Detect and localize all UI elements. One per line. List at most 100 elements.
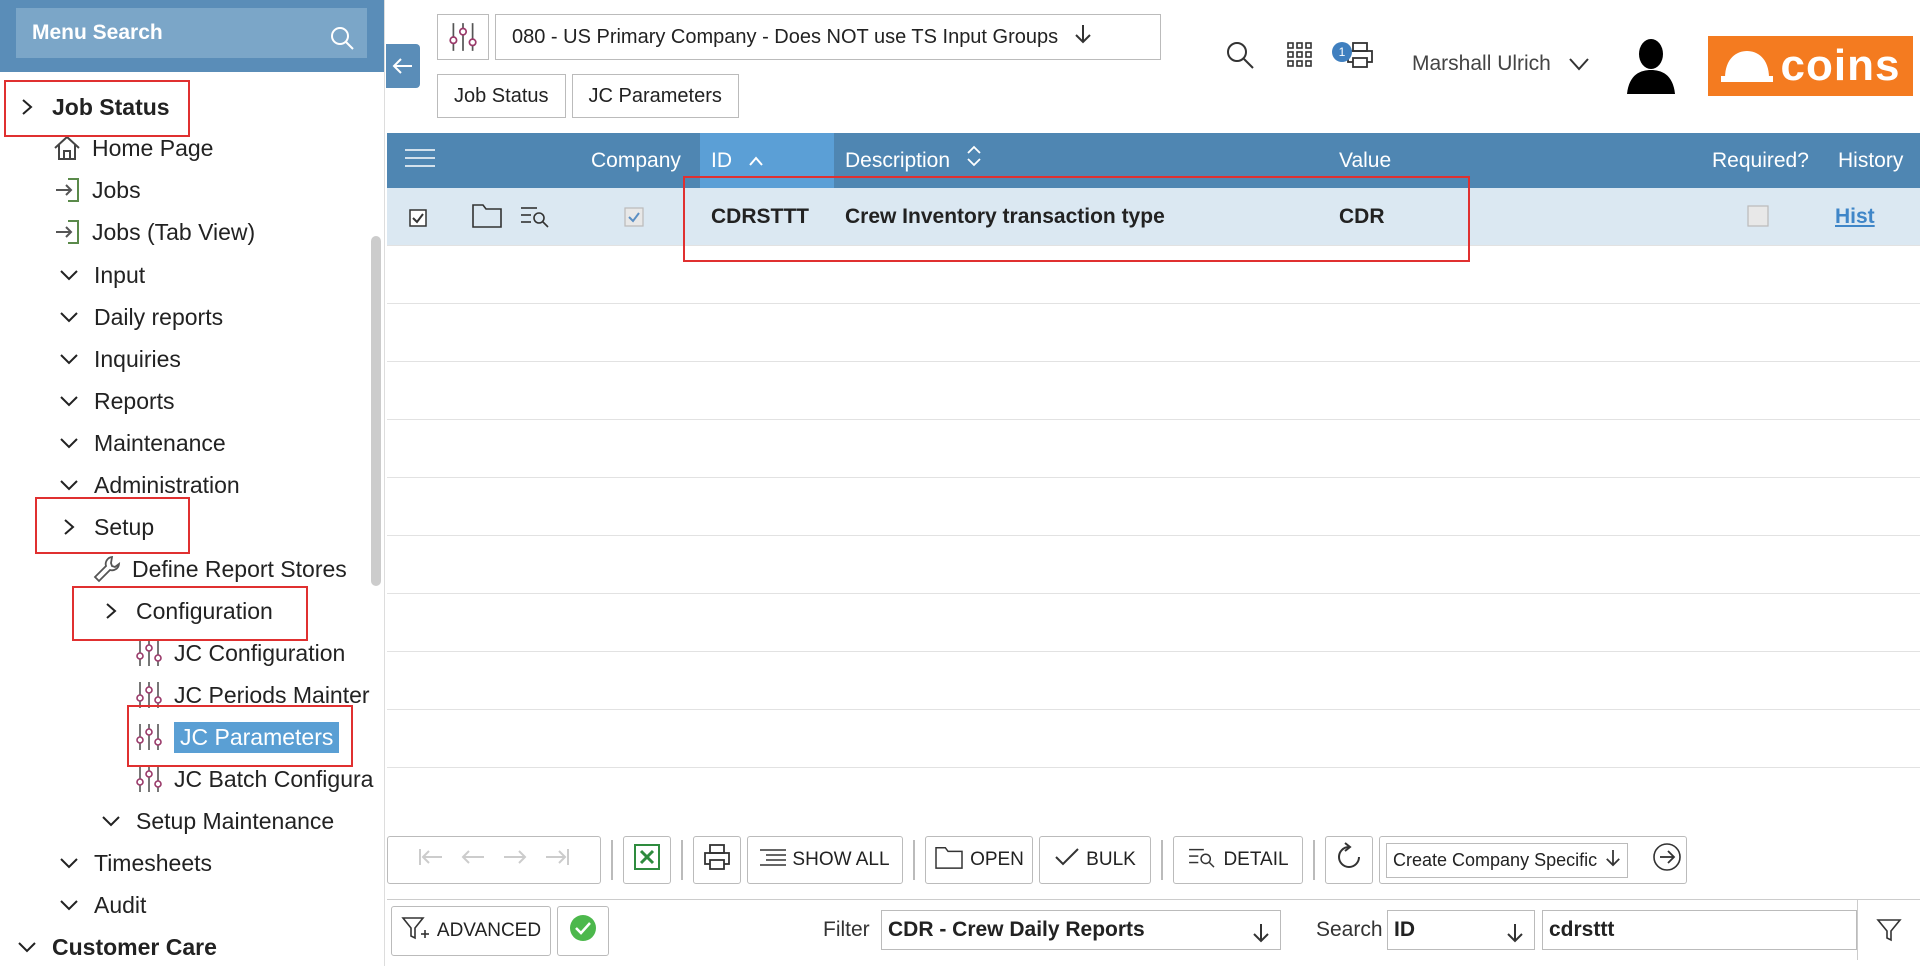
export-excel-button[interactable] [623, 836, 671, 884]
sidebar-item-jobs-tab-view[interactable]: Jobs (Tab View) [52, 215, 255, 249]
table-row[interactable]: CDRSTTT Crew Inventory transaction type … [387, 188, 1920, 246]
pagination-controls[interactable] [387, 836, 601, 884]
avatar[interactable] [1625, 36, 1677, 99]
search-icon[interactable] [1210, 40, 1270, 70]
sidebar-scrollbar[interactable] [371, 236, 381, 586]
arrow-down-icon [1506, 919, 1524, 957]
first-page-icon[interactable] [418, 847, 444, 873]
sidebar-item-jc-configuration[interactable]: JC Configuration [134, 636, 345, 670]
search-label: Search [1316, 918, 1383, 941]
menu-search-input[interactable]: Menu Search [16, 8, 367, 58]
search-icon[interactable] [329, 20, 355, 70]
show-all-button[interactable]: SHOW ALL [747, 836, 903, 884]
enter-icon [52, 219, 82, 245]
bulk-label: BULK [1086, 849, 1136, 870]
sidebar-item-inquiries[interactable]: Inquiries [56, 342, 181, 376]
chevron-right-icon [56, 518, 82, 536]
row-select-checkbox[interactable] [409, 192, 427, 250]
column-header-required[interactable]: Required? [1712, 133, 1809, 188]
chevron-down-icon[interactable] [1568, 56, 1590, 77]
table-row [387, 652, 1920, 710]
print-queue-badge: 1 [1332, 42, 1352, 62]
sidebar-item-home-page[interactable]: Home Page [52, 131, 213, 165]
breadcrumb-jc-parameters[interactable]: JC Parameters [571, 74, 739, 118]
table-row [387, 362, 1920, 420]
sidebar-item-input[interactable]: Input [56, 258, 145, 292]
sidebar-item-customer-care[interactable]: Customer Care [14, 930, 217, 964]
go-arrow-icon[interactable] [1652, 842, 1682, 878]
apps-grid-icon[interactable] [1270, 42, 1330, 68]
sliders-icon [134, 638, 164, 668]
row-id: CDRSTTT [711, 205, 809, 228]
search-field-select[interactable]: ID [1387, 910, 1535, 950]
sidebar-item-label: Inquiries [94, 345, 181, 372]
search-field-value: ID [1394, 918, 1415, 941]
create-company-specific-select[interactable]: Create Company Specific [1379, 836, 1687, 884]
required-checkbox [1747, 192, 1769, 250]
grid-header: Company ID Description Value Required? H… [387, 133, 1920, 188]
detail-button[interactable]: DETAIL [1173, 836, 1303, 884]
company-checkbox [624, 192, 644, 250]
chevron-down-icon [56, 478, 82, 492]
sidebar-item-configuration[interactable]: Configuration [98, 594, 273, 628]
user-name[interactable]: Marshall Ulrich [1412, 52, 1551, 76]
open-button[interactable]: OPEN [925, 836, 1033, 884]
advanced-filter-button[interactable]: ADVANCED [391, 906, 551, 956]
hard-hat-icon [1720, 51, 1773, 82]
filter-select[interactable]: CDR - Crew Daily Reports [881, 910, 1281, 950]
arrow-down-icon [1605, 848, 1621, 873]
column-header-history[interactable]: History [1838, 133, 1903, 188]
sidebar-item-label: Timesheets [94, 849, 213, 876]
column-header-description[interactable]: Description [845, 133, 982, 188]
breadcrumb-job-status[interactable]: Job Status [437, 74, 566, 118]
sidebar-item-jc-parameters[interactable]: JC Parameters [134, 720, 340, 754]
prev-page-icon[interactable] [460, 847, 486, 873]
print-button[interactable] [693, 836, 741, 884]
filter-value: CDR - Crew Daily Reports [888, 918, 1145, 941]
sidebar-item-reports[interactable]: Reports [56, 384, 175, 418]
sidebar-item-timesheets[interactable]: Timesheets [56, 846, 212, 880]
sidebar-item-maintenance[interactable]: Maintenance [56, 426, 226, 460]
history-link[interactable]: Hist [1835, 188, 1875, 246]
apply-filter-button[interactable] [557, 906, 609, 956]
column-header-value[interactable]: Value [1339, 133, 1391, 188]
chevron-down-icon [56, 268, 82, 282]
sidebar-item-setup-maintenance[interactable]: Setup Maintenance [98, 804, 334, 838]
company-breadcrumb[interactable]: 080 - US Primary Company - Does NOT use … [437, 14, 1161, 60]
company-selector[interactable]: 080 - US Primary Company - Does NOT use … [495, 14, 1161, 60]
refresh-icon [1334, 842, 1364, 878]
bulk-button[interactable]: BULK [1039, 836, 1151, 884]
sidebar-item-audit[interactable]: Audit [56, 888, 146, 922]
sidebar-item-define-report-stores[interactable]: Define Report Stores [92, 552, 347, 586]
sliders-icon [437, 14, 489, 60]
column-header-id[interactable]: ID [711, 133, 764, 188]
menu-search-bar: Menu Search [0, 0, 384, 72]
next-page-icon[interactable] [502, 847, 528, 873]
refresh-button[interactable] [1325, 836, 1373, 884]
sidebar-item-job-status[interactable]: Job Status [14, 90, 170, 124]
header-icons [1210, 40, 1390, 70]
show-all-label: SHOW ALL [792, 849, 890, 870]
sidebar-item-jobs[interactable]: Jobs [52, 173, 141, 207]
sidebar-item-administration[interactable]: Administration [56, 468, 240, 502]
filter-label: Filter [823, 918, 870, 941]
table-row [387, 710, 1920, 768]
filter-icon[interactable] [1857, 900, 1920, 960]
last-page-icon[interactable] [544, 847, 570, 873]
grid-menu-icon[interactable] [405, 135, 435, 190]
sidebar-item-jc-periods-maintenance[interactable]: JC Periods Mainter [134, 678, 370, 712]
detail-list-icon[interactable] [519, 194, 551, 252]
folder-icon[interactable] [471, 194, 503, 252]
column-header-company[interactable]: Company [591, 133, 681, 188]
search-input[interactable] [1542, 910, 1857, 950]
advanced-label: ADVANCED [436, 920, 542, 941]
sidebar-item-label: Reports [94, 387, 175, 414]
create-select-field[interactable]: Create Company Specific [1386, 842, 1629, 878]
sidebar-item-jc-batch-configuration[interactable]: JC Batch Configura [134, 762, 373, 796]
sidebar-item-daily-reports[interactable]: Daily reports [56, 300, 223, 334]
sidebar-item-label: Input [94, 261, 146, 288]
sidebar-item-label: Setup [94, 513, 155, 540]
sort-ascending-icon [748, 149, 764, 172]
collapse-sidebar-button[interactable] [386, 44, 420, 88]
sidebar-item-setup[interactable]: Setup [56, 510, 154, 544]
